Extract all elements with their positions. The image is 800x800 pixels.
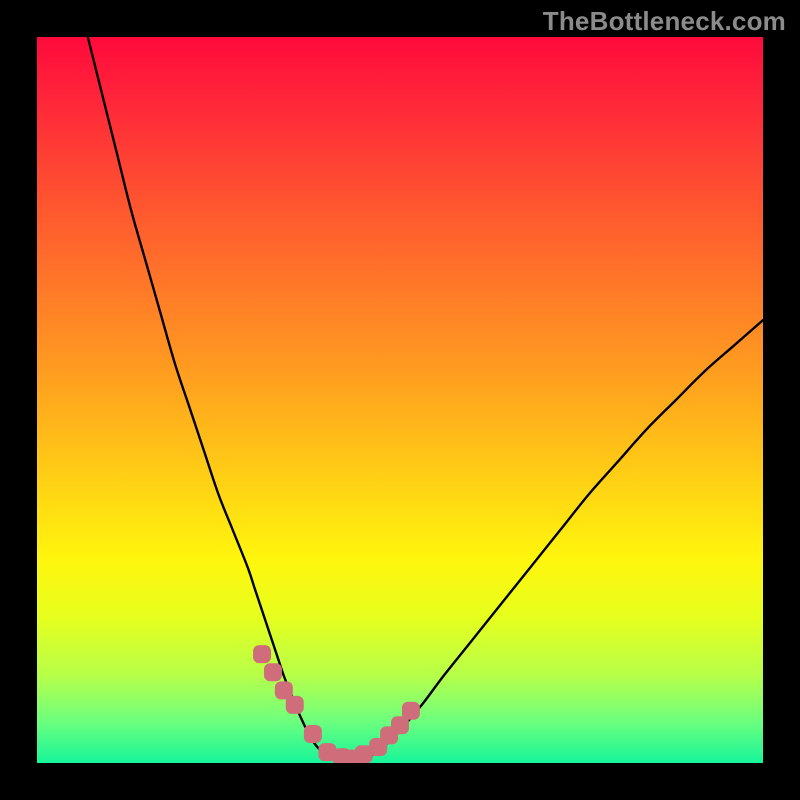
chart-frame: TheBottleneck.com bbox=[0, 0, 800, 800]
watermark-text: TheBottleneck.com bbox=[543, 6, 786, 37]
highlight-marker bbox=[264, 663, 282, 681]
highlight-marker bbox=[402, 702, 420, 720]
chart-svg bbox=[37, 37, 763, 763]
chart-plot-area bbox=[37, 37, 763, 763]
gradient-background bbox=[37, 37, 763, 763]
highlight-marker bbox=[304, 725, 322, 743]
highlight-marker bbox=[253, 645, 271, 663]
highlight-marker bbox=[286, 696, 304, 714]
